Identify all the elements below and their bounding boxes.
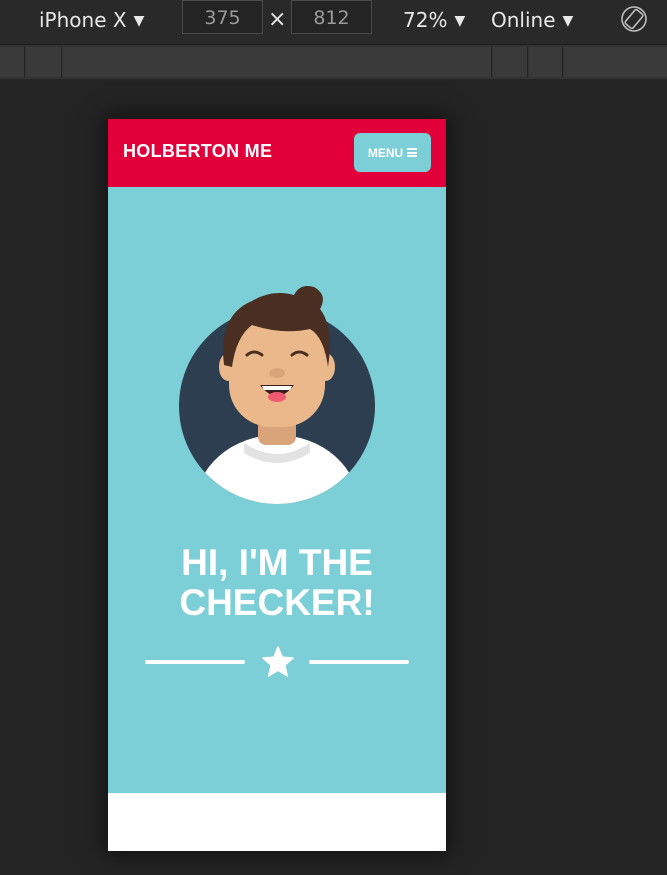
- device-viewport: HOLBERTON ME MENU HI, I'M THE CHECKER!: [108, 119, 446, 851]
- network-value: Online: [491, 8, 556, 32]
- zoom-select[interactable]: 72% ▼: [403, 5, 465, 35]
- avatar-illustration: [179, 286, 375, 504]
- menu-label: MENU: [367, 145, 404, 160]
- ruler-segment[interactable]: [63, 47, 492, 77]
- device-select[interactable]: iPhone X ▼: [39, 5, 144, 35]
- site-logo[interactable]: HOLBERTON ME: [123, 141, 272, 162]
- device-name: iPhone X: [39, 8, 127, 32]
- hamburger-icon: [407, 148, 418, 157]
- menu-button[interactable]: MENU: [354, 133, 431, 172]
- divider-line-left: [145, 660, 245, 664]
- ruler-segment[interactable]: [564, 47, 667, 77]
- ruler-segment[interactable]: [26, 47, 62, 77]
- network-select[interactable]: Online ▼: [491, 5, 573, 35]
- times-icon: ×: [268, 7, 287, 32]
- hero-title: HI, I'M THE CHECKER!: [108, 543, 446, 623]
- device-toolbar: iPhone X ▼ 375 × 812 72% ▼ Online ▼: [0, 0, 667, 44]
- ruler-segment[interactable]: [529, 47, 563, 77]
- star-icon: [262, 646, 294, 677]
- ruler-segment[interactable]: [493, 47, 528, 77]
- hero-section: HI, I'M THE CHECKER!: [108, 187, 446, 793]
- divider-line-right: [309, 660, 409, 664]
- rotate-icon[interactable]: [620, 5, 648, 33]
- media-query-bar: [0, 44, 667, 79]
- zoom-value: 72%: [403, 8, 448, 32]
- hero-title-line-2: CHECKER!: [179, 582, 375, 623]
- chevron-down-icon: ▼: [454, 13, 466, 29]
- star-divider: [145, 645, 409, 681]
- chevron-down-icon: ▼: [562, 13, 574, 29]
- ruler-segment[interactable]: [0, 47, 25, 77]
- height-input[interactable]: 812: [291, 0, 372, 34]
- site-header: HOLBERTON ME MENU: [108, 119, 446, 187]
- width-input[interactable]: 375: [182, 0, 263, 34]
- hero-title-line-1: HI, I'M THE: [181, 542, 373, 583]
- chevron-down-icon: ▼: [133, 13, 145, 29]
